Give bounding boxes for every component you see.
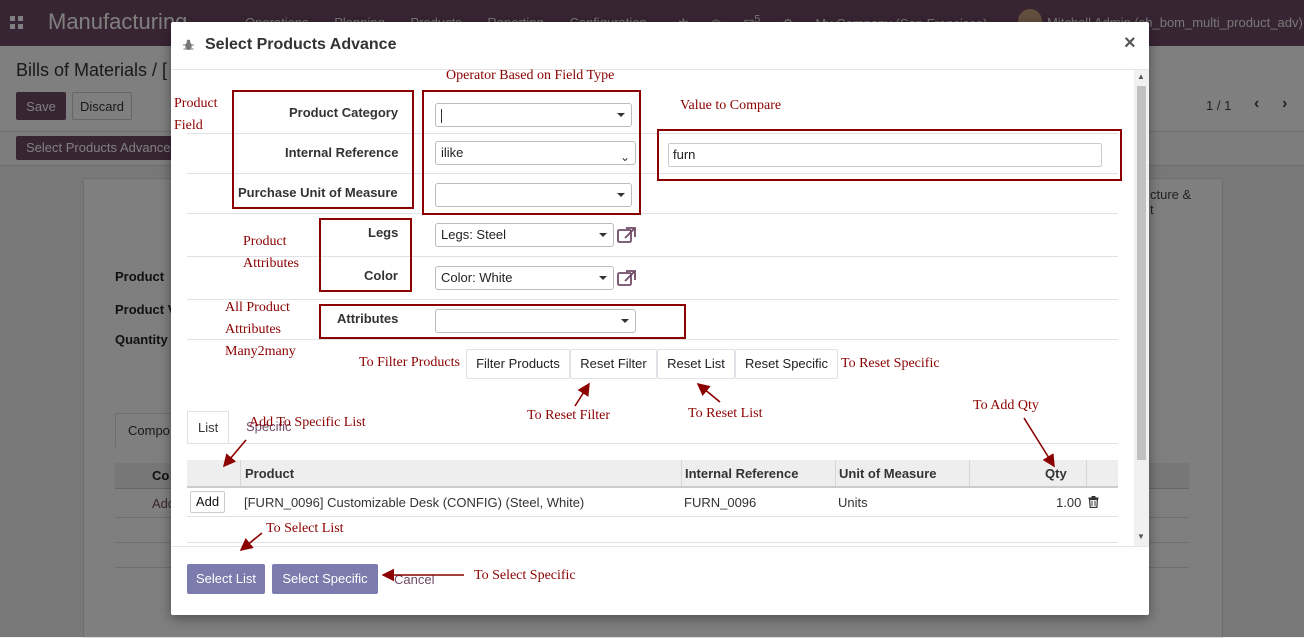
arrow-add-specific [222,439,247,468]
arrow-select-list [239,532,263,552]
arrow-reset-filter [574,382,590,407]
arrow-reset-list [696,382,721,403]
annotation-arrows [222,382,1055,582]
arrow-add-qty [1023,417,1055,468]
